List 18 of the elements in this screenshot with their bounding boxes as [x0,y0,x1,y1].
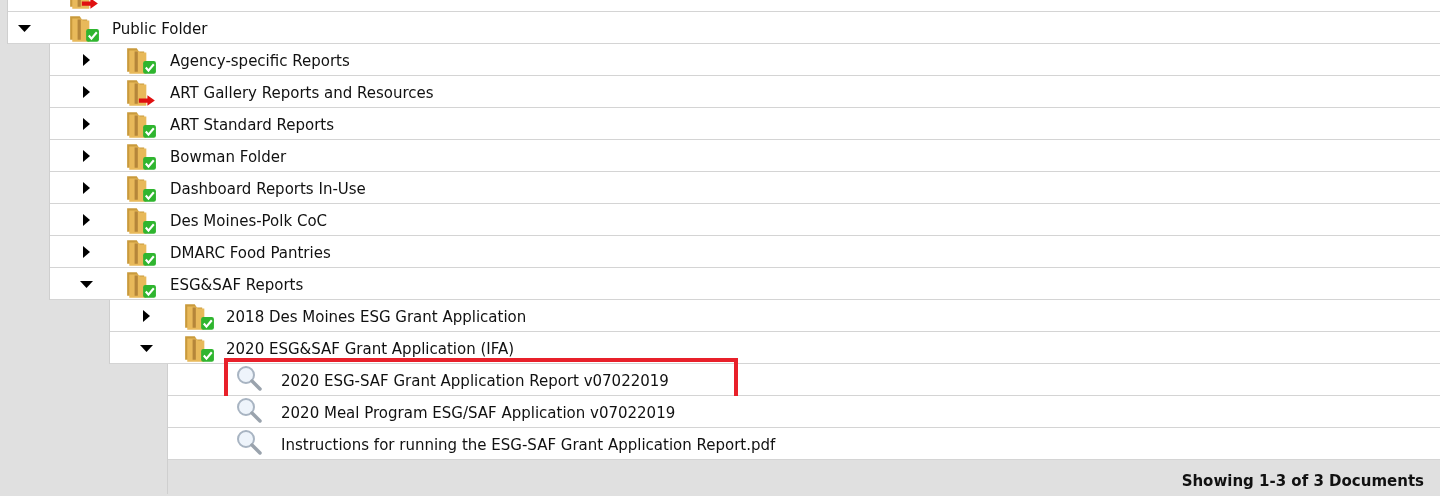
folder-name[interactable]: ESG&SAF Reports [170,274,304,297]
folder-name[interactable]: Public Folder [112,18,208,41]
folder-name[interactable]: Bowman Folder [170,146,287,169]
document-count: Showing 1-3 of 3 Documents [1181,470,1424,492]
collapse-toggle[interactable] [140,342,153,354]
folder-name[interactable]: 2018 Des Moines ESG Grant Application [226,306,527,329]
magnifier-icon [235,396,265,426]
folder-name[interactable]: ART Standard Reports [170,114,335,137]
folder-name[interactable]: Agency-specific Reports [170,50,350,73]
folder-name[interactable]: Des Moines-Polk CoC [170,210,328,233]
folder-name[interactable]: 2020 ESG&SAF Grant Application (IFA) [226,338,515,361]
magnifier-icon [235,364,265,394]
magnifier-icon [235,428,265,458]
collapse-toggle[interactable] [80,278,93,290]
collapse-toggle[interactable] [18,22,31,34]
folder-name[interactable]: ART Gallery Reports and Resources [170,82,434,105]
folder-name[interactable]: Dashboard Reports In-Use [170,178,366,201]
folder-name[interactable]: DMARC Food Pantries [170,242,331,265]
